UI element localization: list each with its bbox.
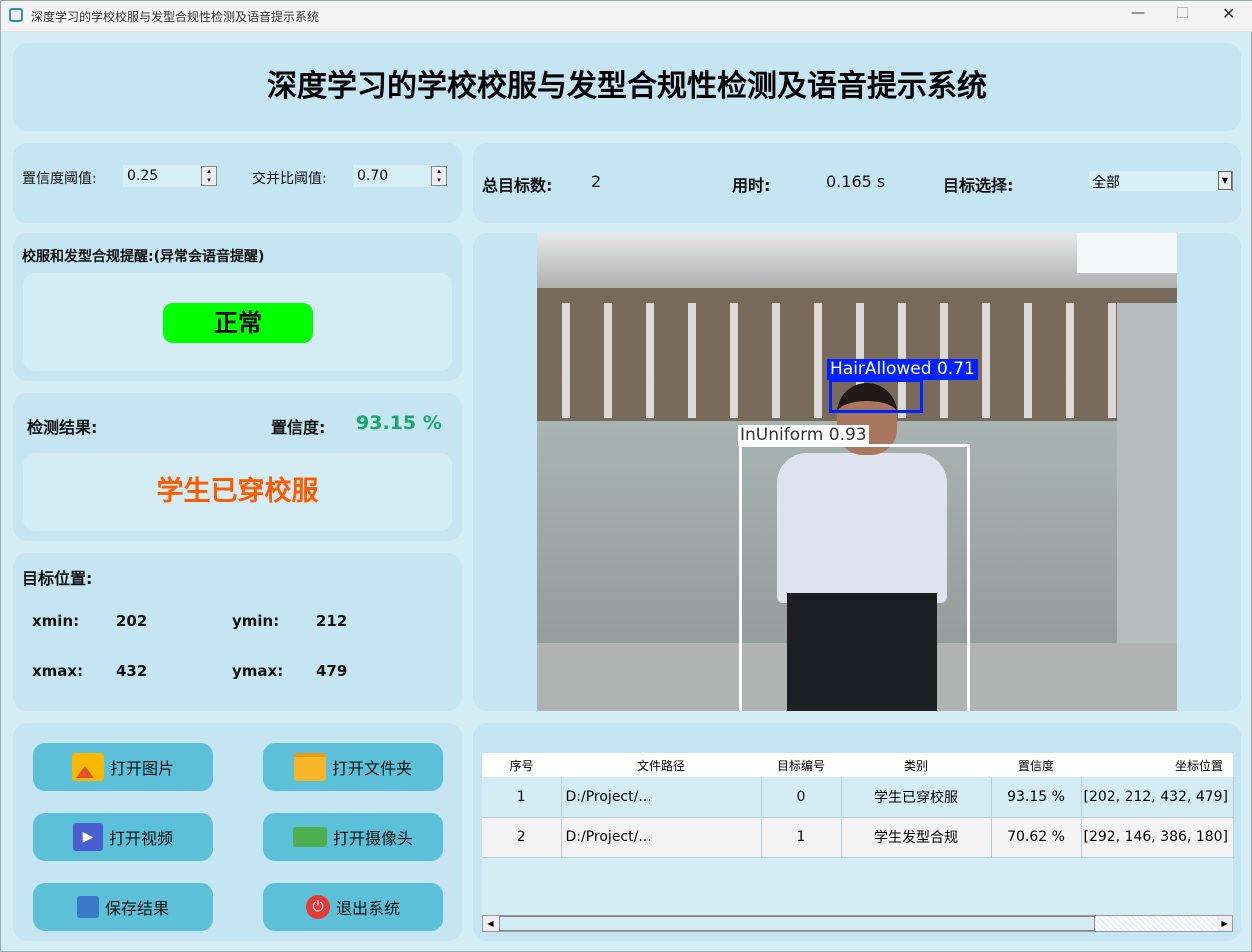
col-index[interactable]: 序号 bbox=[482, 753, 561, 777]
page-title: 深度学习的学校校服与发型合规性检测及语音提示系统 bbox=[267, 69, 987, 104]
position-title: 目标位置: bbox=[22, 569, 93, 588]
scroll-left-icon[interactable]: ◀ bbox=[483, 916, 498, 931]
conf-threshold-input[interactable]: 0.25 bbox=[123, 165, 205, 187]
cell-coords: [202, 212, 432, 479] bbox=[1081, 777, 1234, 818]
results-table: 序号 文件路径 目标编号 类别 置信度 坐标位置 1 D:/Project/..… bbox=[482, 753, 1234, 858]
xmax-value: 432 bbox=[116, 662, 148, 680]
ymax-label: ymax: bbox=[232, 662, 284, 680]
horizontal-scrollbar[interactable]: ◀ ▶ bbox=[482, 915, 1233, 932]
open-image-button[interactable]: 打开图片 bbox=[33, 743, 213, 791]
image-icon bbox=[71, 753, 104, 781]
table-row[interactable]: 1 D:/Project/... 0 学生已穿校服 93.15 % [202, … bbox=[482, 777, 1234, 818]
uniform-detection-label: InUniform 0.93 bbox=[738, 425, 869, 446]
col-target-id[interactable]: 目标编号 bbox=[761, 753, 841, 777]
table-row[interactable]: 2 D:/Project/... 1 学生发型合规 70.62 % [292, … bbox=[482, 817, 1234, 858]
result-label: 检测结果: bbox=[27, 418, 98, 437]
folder-icon bbox=[293, 753, 326, 781]
cell-target-id: 1 bbox=[761, 817, 842, 858]
exit-label: 退出系统 bbox=[335, 899, 400, 918]
target-select-dropdown[interactable]: 全部 ▼ bbox=[1089, 171, 1233, 191]
confidence-label: 置信度: bbox=[271, 418, 326, 437]
col-path[interactable]: 文件路径 bbox=[561, 753, 761, 777]
cell-confidence: 93.15 % bbox=[991, 777, 1082, 818]
hair-detection-box bbox=[829, 379, 923, 413]
total-targets-value: 2 bbox=[591, 172, 602, 191]
cell-class: 学生发型合规 bbox=[841, 817, 992, 858]
open-folder-label: 打开文件夹 bbox=[331, 759, 412, 778]
open-video-button[interactable]: ▶ 打开视频 bbox=[33, 813, 213, 861]
iou-threshold-input[interactable]: 0.70 bbox=[353, 165, 435, 187]
minimize-button[interactable]: — bbox=[1131, 5, 1145, 21]
params-panel: 置信度阈值: 0.25 ▴ ▾ 交并比阈值: 0.70 ▴ ▾ bbox=[13, 143, 462, 223]
xmin-value: 202 bbox=[116, 612, 148, 630]
time-value: 0.165 s bbox=[826, 172, 886, 191]
exit-button[interactable]: ⏻ 退出系统 bbox=[263, 883, 443, 931]
col-class[interactable]: 类别 bbox=[841, 753, 991, 777]
cell-target-id: 0 bbox=[761, 777, 842, 818]
iou-spin-buttons[interactable]: ▴ ▾ bbox=[431, 166, 447, 186]
cell-path: D:/Project/... bbox=[561, 817, 762, 858]
ymax-value: 479 bbox=[316, 662, 348, 680]
open-image-label: 打开图片 bbox=[109, 759, 174, 778]
result-panel: 检测结果: 置信度: 93.15 % 学生已穿校服 bbox=[13, 393, 462, 541]
uniform-detection-box bbox=[739, 444, 970, 711]
time-label: 用时: bbox=[732, 176, 771, 195]
cell-confidence: 70.62 % bbox=[991, 817, 1082, 858]
title-bar: 深度学习的学校校服与发型合规性检测及语音提示系统 — ✕ bbox=[1, 1, 1252, 32]
open-video-label: 打开视频 bbox=[108, 829, 173, 848]
result-class: 学生已穿校服 bbox=[156, 476, 319, 507]
open-camera-button[interactable]: 打开摄像头 bbox=[263, 813, 443, 861]
alert-panel: 校服和发型合规提醒:(异常会语音提醒) 正常 bbox=[13, 233, 462, 381]
shirt-icon bbox=[9, 8, 23, 22]
open-folder-button[interactable]: 打开文件夹 bbox=[263, 743, 443, 791]
close-button[interactable]: ✕ bbox=[1222, 4, 1235, 23]
status-badge: 正常 bbox=[163, 303, 313, 343]
window-title: 深度学习的学校校服与发型合规性检测及语音提示系统 bbox=[31, 10, 320, 24]
scrollbar-thumb[interactable] bbox=[499, 916, 1095, 931]
video-icon: ▶ bbox=[72, 823, 103, 851]
scroll-right-icon[interactable]: ▶ bbox=[1217, 916, 1232, 931]
hair-detection-label: HairAllowed 0.71 bbox=[827, 359, 978, 380]
cell-path: D:/Project/... bbox=[561, 777, 762, 818]
col-coords[interactable]: 坐标位置 bbox=[1081, 753, 1233, 777]
open-camera-label: 打开摄像头 bbox=[332, 829, 413, 848]
cell-coords: [292, 146, 386, 180] bbox=[1081, 817, 1234, 858]
cell-index: 1 bbox=[482, 777, 562, 818]
cell-class: 学生已穿校服 bbox=[841, 777, 992, 818]
table-header: 序号 文件路径 目标编号 类别 置信度 坐标位置 bbox=[482, 753, 1233, 777]
confidence-value: 93.15 % bbox=[356, 412, 442, 434]
conf-spin-buttons[interactable]: ▴ ▾ bbox=[201, 166, 217, 186]
iou-threshold-label: 交并比阈值: bbox=[252, 171, 327, 187]
alert-title: 校服和发型合规提醒:(异常会语音提醒) bbox=[22, 249, 265, 265]
maximize-button[interactable] bbox=[1177, 7, 1188, 18]
target-select-value: 全部 bbox=[1092, 175, 1120, 191]
header-panel: 深度学习的学校校服与发型合规性检测及语音提示系统 bbox=[13, 43, 1241, 131]
conf-threshold-label: 置信度阈值: bbox=[22, 171, 97, 187]
chevron-down-icon: ▼ bbox=[1218, 171, 1232, 190]
save-icon bbox=[76, 896, 99, 918]
detection-image: HairAllowed 0.71 InUniform 0.93 bbox=[537, 233, 1177, 711]
xmax-label: xmax: bbox=[32, 662, 84, 680]
save-result-button[interactable]: 保存结果 bbox=[33, 883, 213, 931]
total-targets-label: 总目标数: bbox=[482, 176, 553, 195]
xmin-label: xmin: bbox=[32, 612, 80, 630]
target-select-label: 目标选择: bbox=[943, 176, 1014, 195]
ymin-label: ymin: bbox=[232, 612, 280, 630]
ymin-value: 212 bbox=[316, 612, 348, 630]
camera-icon bbox=[292, 827, 327, 847]
position-panel: 目标位置: xmin: 202 ymin: 212 xmax: 432 ymax… bbox=[13, 553, 462, 711]
col-confidence[interactable]: 置信度 bbox=[991, 753, 1081, 777]
power-icon: ⏻ bbox=[305, 895, 330, 919]
cell-index: 2 bbox=[482, 817, 562, 858]
save-result-label: 保存结果 bbox=[104, 899, 169, 918]
